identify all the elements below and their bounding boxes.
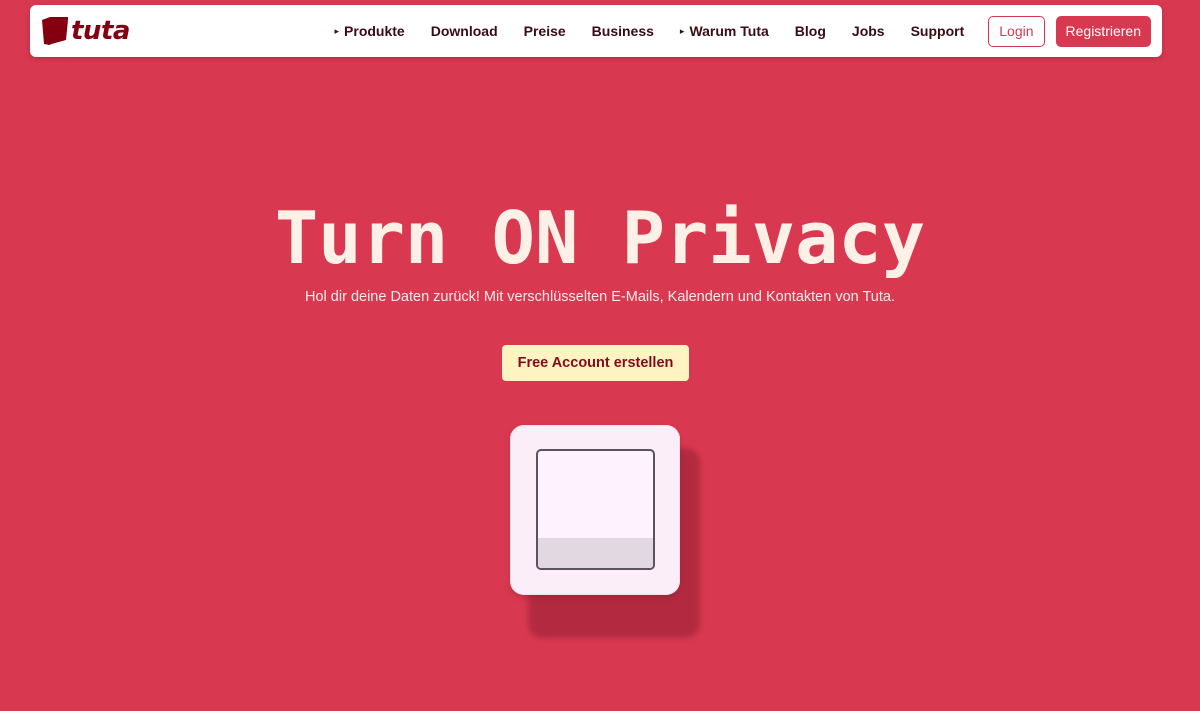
tuta-logo[interactable]: tuta — [40, 16, 130, 46]
register-button[interactable]: Registrieren — [1055, 15, 1151, 47]
light-switch-rocker — [536, 449, 655, 570]
caret-right-icon: ▸ — [334, 25, 340, 36]
landing-page: tuta ▸ Produkte Download Preise Business… — [0, 0, 1200, 711]
nav-item-jobs[interactable]: Jobs — [852, 23, 885, 39]
top-navbar: tuta ▸ Produkte Download Preise Business… — [30, 5, 1162, 57]
login-button[interactable]: Login — [988, 15, 1045, 47]
light-switch-icon[interactable] — [510, 425, 680, 595]
nav-item-produkte[interactable]: ▸ Produkte — [335, 23, 405, 39]
create-free-account-button[interactable]: Free Account erstellen — [502, 345, 689, 381]
caret-right-icon: ▸ — [679, 25, 685, 36]
hero-title: Turn ON Privacy — [274, 196, 926, 280]
nav-item-label: Produkte — [344, 23, 405, 39]
nav-item-blog[interactable]: Blog — [795, 23, 826, 39]
nav-item-preise[interactable]: Preise — [524, 23, 566, 39]
brand-name: tuta — [71, 16, 130, 46]
tuta-logo-icon — [42, 17, 68, 45]
nav-item-business[interactable]: Business — [592, 23, 654, 39]
main-navigation: ▸ Produkte Download Preise Business ▸ Wa… — [335, 5, 1151, 57]
nav-item-warum-tuta[interactable]: ▸ Warum Tuta — [680, 23, 769, 39]
light-switch-rocker-lower — [538, 538, 653, 568]
nav-item-label: Warum Tuta — [689, 23, 769, 39]
nav-item-download[interactable]: Download — [431, 23, 498, 39]
nav-item-support[interactable]: Support — [911, 23, 965, 39]
hero-subtitle: Hol dir deine Daten zurück! Mit verschlü… — [305, 289, 895, 305]
